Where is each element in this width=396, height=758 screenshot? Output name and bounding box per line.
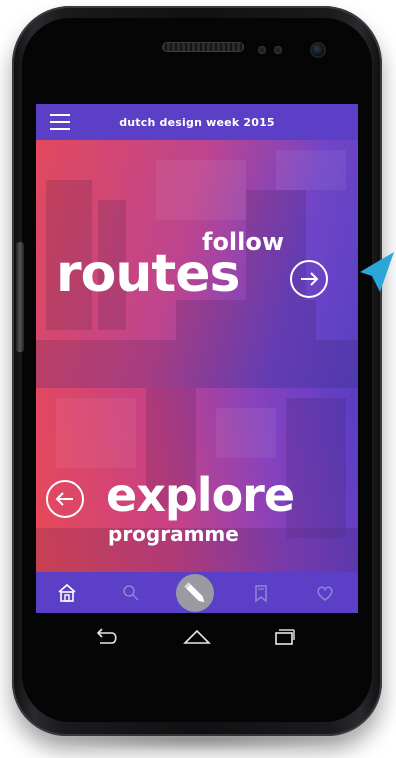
pointer-arrow-icon [360,252,394,292]
phone-shadow [40,728,356,752]
android-nav-bar [36,613,358,661]
phone-speaker [162,42,244,52]
home-icon[interactable] [54,580,80,606]
heart-icon[interactable] [312,580,338,606]
hamburger-menu-icon[interactable] [50,114,70,130]
proximity-sensor [258,46,266,54]
light-sensor [274,46,282,54]
arrow-right-icon [301,272,319,286]
device-mockup: dutch design week 2015 follow routes exp… [0,0,396,758]
explore-panel[interactable]: explore programme [36,388,358,572]
phone-side-button [16,242,24,352]
home-key-icon[interactable] [177,625,217,649]
routes-panel[interactable]: follow routes [36,140,358,388]
routes-arrow-button[interactable] [290,260,328,298]
bookmark-icon[interactable] [248,580,274,606]
app-screen: dutch design week 2015 follow routes exp… [36,104,358,613]
explore-subtitle: programme [108,522,239,546]
recent-apps-icon[interactable] [264,625,304,649]
back-icon[interactable] [86,625,126,649]
arrow-left-icon [55,492,73,506]
pencil-icon [184,582,205,603]
explore-arrow-button[interactable] [46,480,84,518]
search-icon[interactable] [118,580,144,606]
front-camera [312,44,324,56]
app-title: dutch design week 2015 [119,115,275,129]
pencil-button[interactable] [176,574,214,612]
bottom-nav-bar [36,572,358,613]
app-bar: dutch design week 2015 [36,104,358,140]
explore-title: explore [106,468,295,522]
routes-title: routes [56,244,240,304]
